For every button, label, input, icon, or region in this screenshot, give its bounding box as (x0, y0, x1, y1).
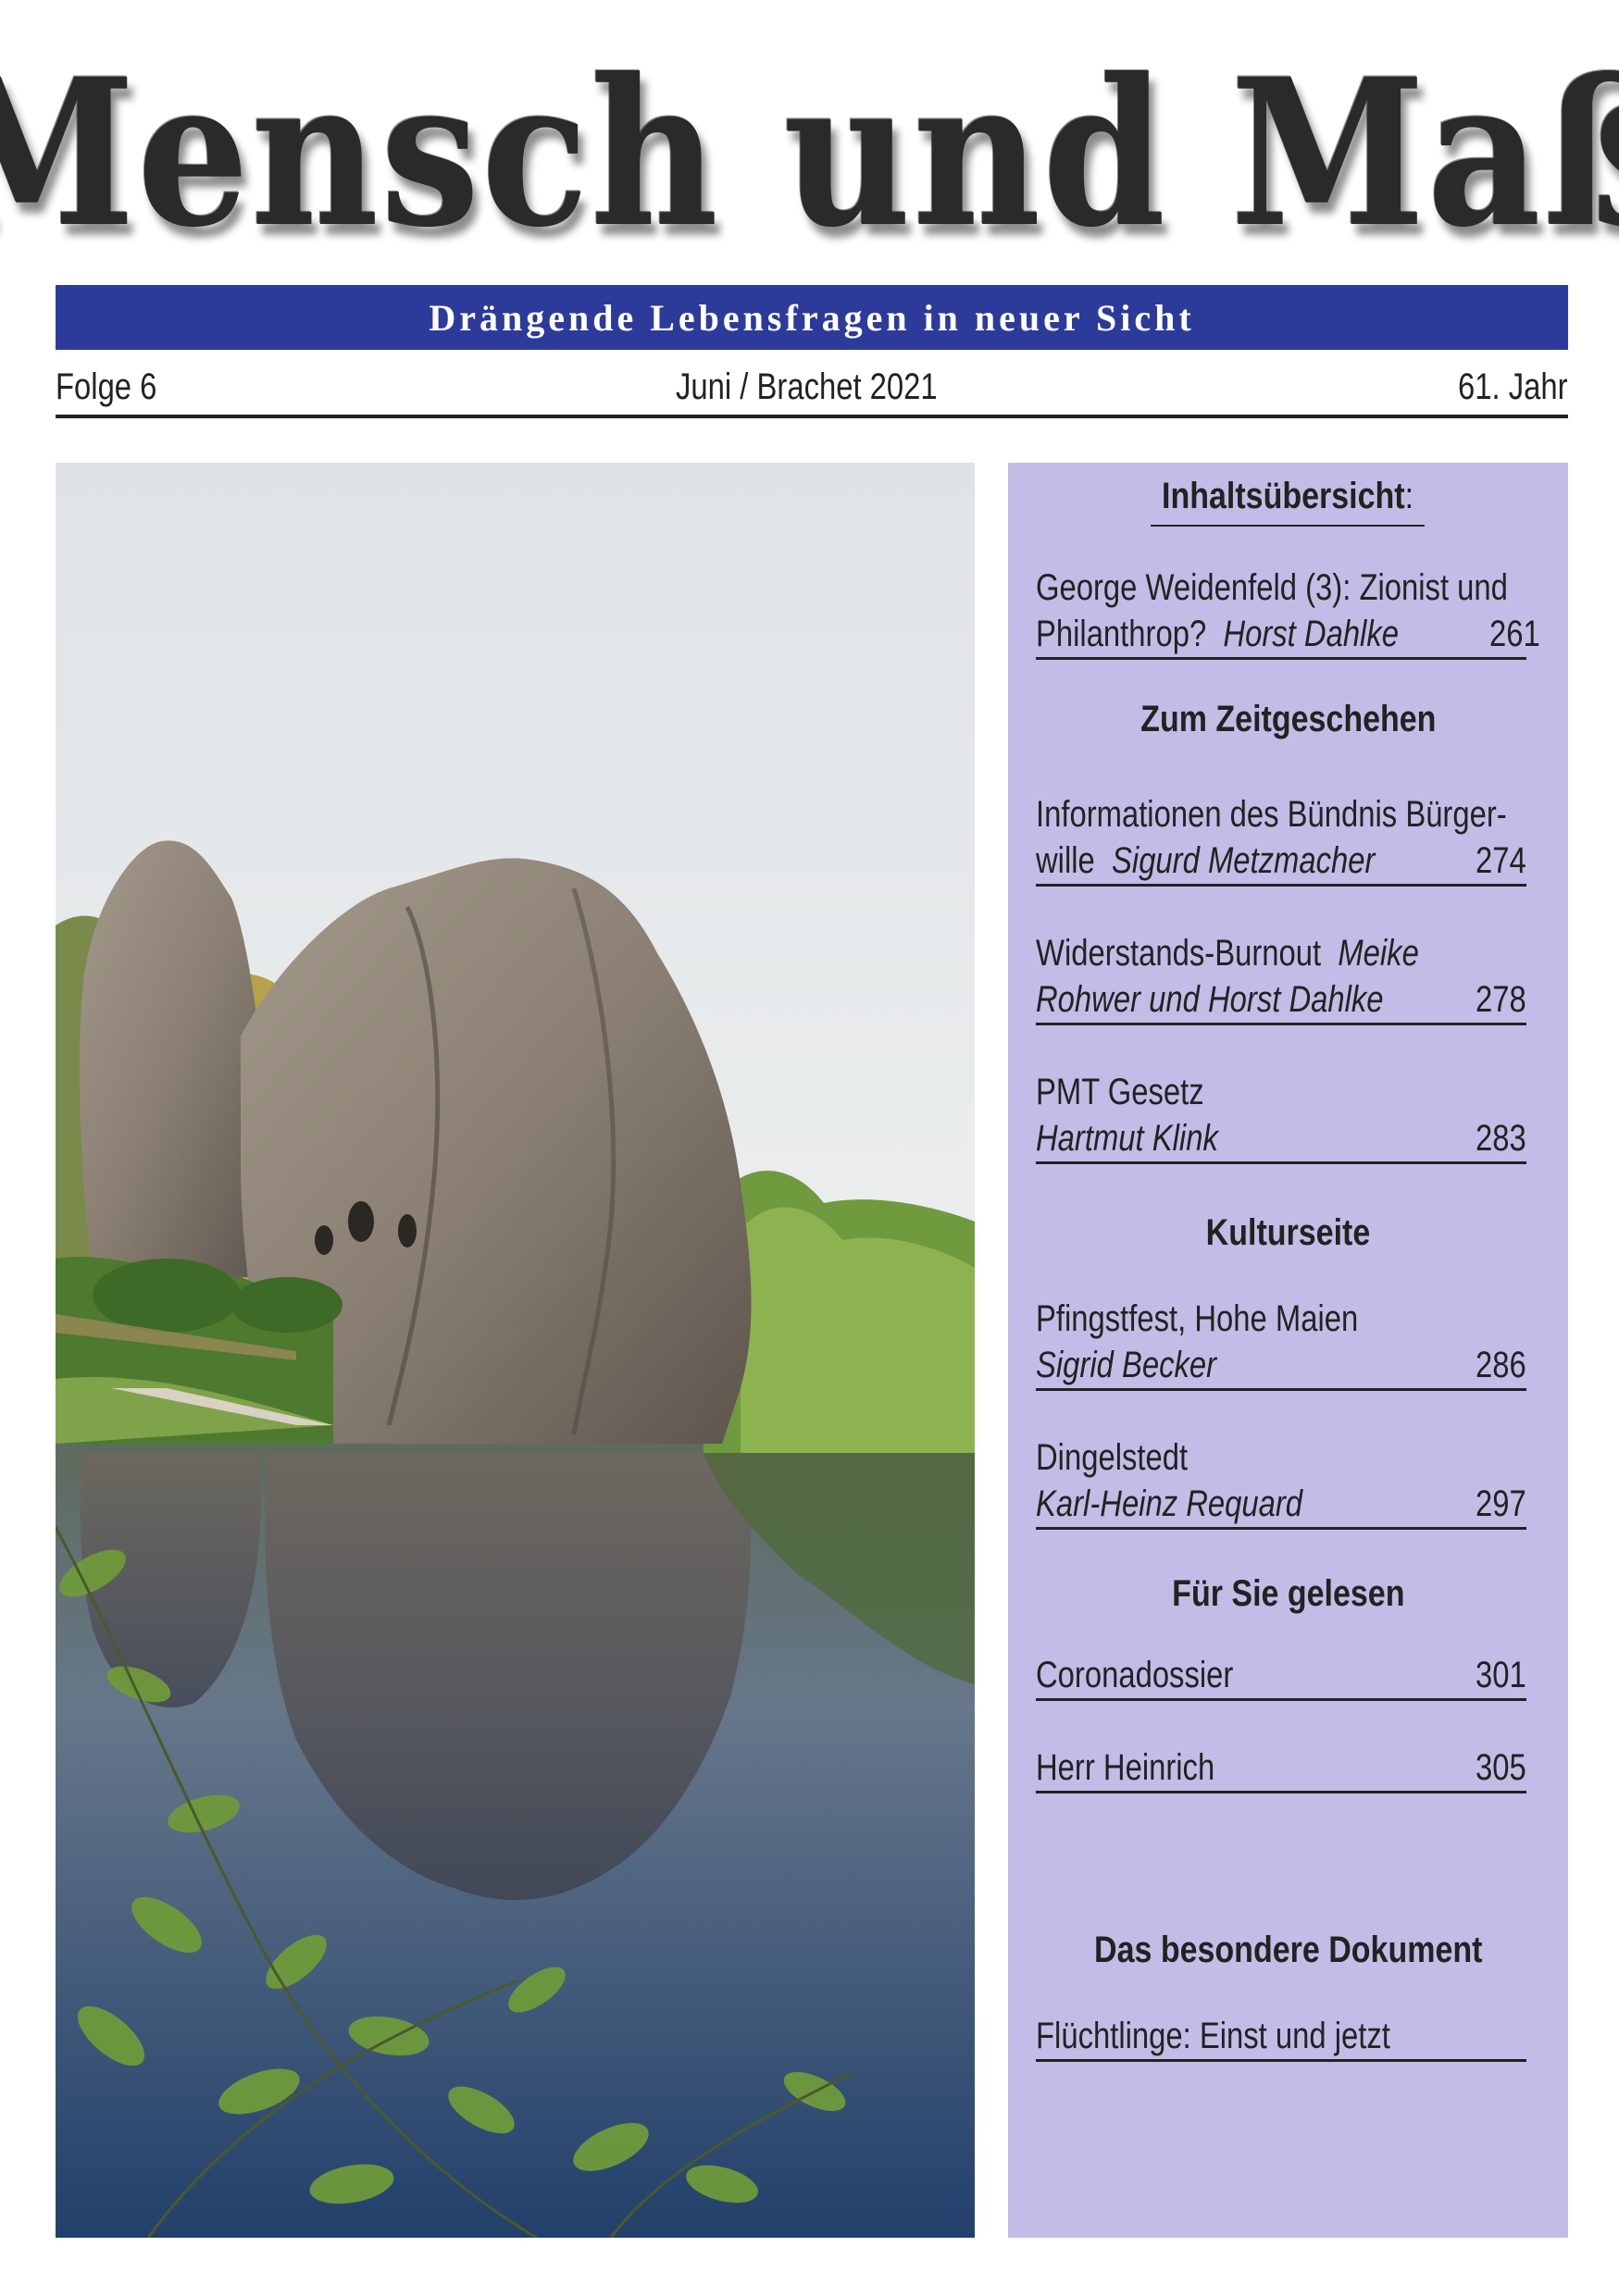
tagline-bar: Drängende Lebensfragen in neuer Sicht (56, 285, 1568, 350)
section-heading-text: Das besondere Dokument (1093, 1930, 1483, 1970)
entry-page: 274 (1476, 840, 1526, 881)
entry-title: PMT Gesetz (1036, 1072, 1204, 1112)
toc-entry[interactable]: Widerstands-Burnout Meike Rohwer und Hor… (1036, 930, 1526, 1025)
entry-page: 261 (1489, 614, 1540, 654)
section-heading-text: Zum Zeitgeschehen (1140, 699, 1437, 739)
entry-author: Rohwer und Horst Dahlke (1036, 979, 1384, 1020)
entry-title: Pfingstfest, Hohe Maien (1036, 1298, 1359, 1339)
toc-entry[interactable]: Dingelstedt Karl-Heinz Requard 297 (1036, 1434, 1526, 1530)
entry-page: 297 (1476, 1483, 1526, 1524)
entry-page: 305 (1476, 1747, 1526, 1788)
entry-author: Karl-Heinz Requard (1036, 1483, 1303, 1524)
issue-date: Juni / Brachet 2021 (676, 366, 938, 407)
entry-author: Horst Dahlke (1223, 614, 1399, 654)
entry-title: Coronadossier (1036, 1655, 1234, 1695)
toc-entry[interactable]: PMT Gesetz Hartmut Klink 283 (1036, 1069, 1526, 1164)
entry-title: Informationen des Bündnis Bürger- (1036, 794, 1507, 835)
toc-entry[interactable]: Coronadossier 301 (1036, 1652, 1526, 1701)
masthead: Mensch und Maß (0, 33, 1619, 272)
table-of-contents: Inhaltsübersicht: George Weidenfeld (3):… (1008, 463, 1568, 2238)
entry-title: wille (1036, 840, 1095, 881)
toc-entry[interactable]: George Weidenfeld (3): Zionist und Phila… (1036, 565, 1540, 660)
entry-page: 301 (1476, 1655, 1526, 1695)
masthead-title: Mensch und Maß (0, 33, 1619, 272)
entry-title: Flüchtlinge: Einst und jetzt (1036, 2016, 1390, 2056)
entry-title: Philanthrop? (1036, 614, 1207, 654)
toc-entry[interactable]: Pfingstfest, Hohe Maien Sigrid Becker 286 (1036, 1296, 1526, 1391)
section-heading: Zum Zeitgeschehen (1008, 699, 1568, 740)
entry-title: George Weidenfeld (3): Zionist und (1036, 567, 1508, 608)
toc-entry[interactable]: Flüchtlinge: Einst und jetzt (1036, 2013, 1526, 2062)
entry-author: Meike (1338, 933, 1419, 974)
toc-title-colon: : (1405, 476, 1414, 516)
section-heading: Kulturseite (1008, 1212, 1568, 1254)
entry-page: 283 (1476, 1118, 1526, 1159)
entry-title: Herr Heinrich (1036, 1747, 1215, 1788)
entry-page: 286 (1476, 1345, 1526, 1385)
toc-title: Inhaltsübersicht: (1008, 476, 1568, 527)
entry-author: Sigurd Metzmacher (1112, 840, 1376, 881)
tagline: Drängende Lebensfragen in neuer Sicht (429, 296, 1195, 339)
toc-entry[interactable]: Herr Heinrich 305 (1036, 1744, 1526, 1793)
entry-author: Sigrid Becker (1036, 1345, 1217, 1385)
issue-year: 61. Jahr (1458, 366, 1568, 407)
entry-page: 278 (1476, 979, 1526, 1020)
entry-title: Widerstands-Burnout (1036, 933, 1322, 974)
section-heading-text: Für Sie gelesen (1171, 1573, 1405, 1614)
section-heading-text: Kulturseite (1205, 1212, 1371, 1253)
entry-title: Dingelstedt (1036, 1437, 1189, 1478)
issue-number: Folge 6 (56, 366, 157, 407)
cover-photo (56, 463, 975, 2238)
issue-info: Folge 6 Juni / Brachet 2021 61. Jahr (56, 359, 1568, 418)
section-heading: Das besondere Dokument (1008, 1930, 1568, 1971)
entry-author: Hartmut Klink (1036, 1118, 1218, 1159)
toc-entry[interactable]: Informationen des Bündnis Bürger- wille … (1036, 791, 1526, 887)
toc-title-text: Inhaltsübersicht (1162, 476, 1406, 516)
section-heading: Für Sie gelesen (1008, 1573, 1568, 1615)
